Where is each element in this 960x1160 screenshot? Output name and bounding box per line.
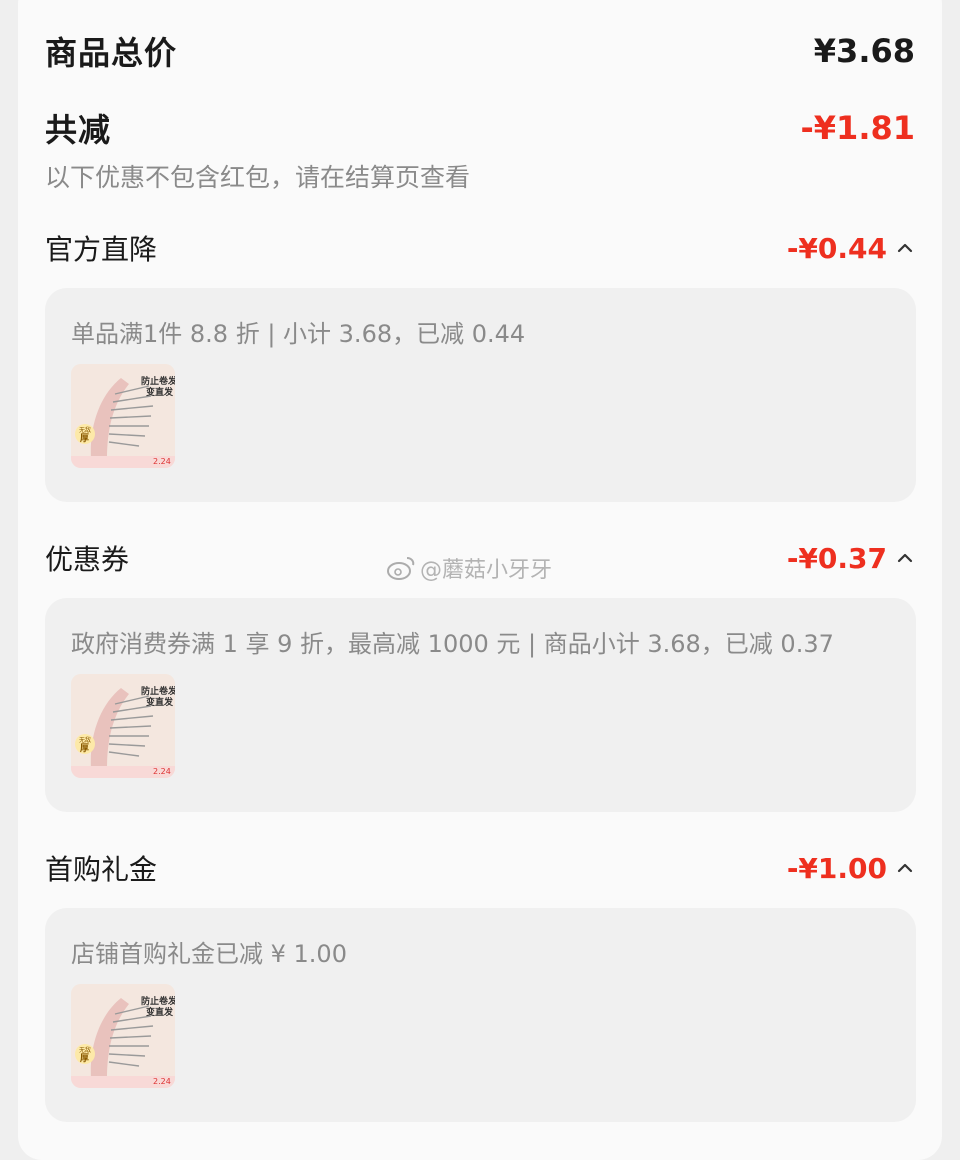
section-amount-toggle[interactable]: -¥0.44: [787, 232, 915, 265]
discount-note: 以下优惠不包含红包，请在结算页查看: [45, 163, 471, 192]
total-price-row: 商品总价 ¥3.68: [45, 28, 915, 74]
total-reduce-value: -¥1.81: [800, 109, 916, 147]
svg-text:2.24: 2.24: [153, 457, 171, 466]
svg-text:2.24: 2.24: [153, 1077, 171, 1086]
product-thumbnail[interactable]: 防止卷发 变直发 无敌 厚 2.24: [71, 984, 175, 1088]
discount-detail-card: 店铺首购礼金已减 ¥ 1.00 防止卷发 变直发 无敌 厚 2.24: [45, 908, 916, 1122]
section-title: 优惠券: [45, 543, 130, 576]
svg-text:2.24: 2.24: [153, 767, 171, 776]
section-title: 官方直降: [45, 233, 158, 266]
section-header-official-discount[interactable]: 官方直降 -¥0.44: [45, 228, 915, 268]
weibo-icon: [387, 557, 415, 580]
discount-detail-text: 政府消费券满 1 享 9 折，最高减 1000 元 | 商品小计 3.68，已减…: [71, 630, 834, 658]
discount-detail-card: 政府消费券满 1 享 9 折，最高减 1000 元 | 商品小计 3.68，已减…: [45, 598, 916, 812]
discount-detail-text: 单品满1件 8.8 折 | 小计 3.68，已减 0.44: [71, 320, 526, 348]
svg-text:变直发: 变直发: [146, 386, 174, 398]
svg-text:变直发: 变直发: [146, 696, 174, 708]
total-reduce-row: 共减 -¥1.81: [45, 105, 915, 151]
total-reduce-label: 共减: [45, 111, 112, 149]
discount-detail-card: 单品满1件 8.8 折 | 小计 3.68，已减 0.44 防止卷发 变直发 无…: [45, 288, 916, 502]
section-header-first-purchase-gift[interactable]: 首购礼金 -¥1.00: [45, 848, 915, 888]
chevron-up-icon[interactable]: [895, 238, 915, 258]
svg-text:厚: 厚: [80, 433, 89, 444]
watermark-text: @蘑菇小牙牙: [420, 558, 553, 583]
chevron-up-icon[interactable]: [895, 858, 915, 878]
svg-text:防止卷发: 防止卷发: [141, 685, 175, 697]
section-amount-toggle[interactable]: -¥1.00: [787, 852, 915, 885]
section-amount: -¥0.37: [786, 541, 887, 575]
svg-text:无敌: 无敌: [79, 736, 91, 744]
total-price-value: ¥3.68: [813, 32, 915, 70]
svg-text:变直发: 变直发: [146, 1006, 174, 1018]
section-amount: -¥1.00: [786, 851, 887, 885]
comb-product-image: 防止卷发 变直发 无敌 厚 2.24: [71, 984, 175, 1088]
total-price-label: 商品总价: [45, 34, 178, 72]
svg-text:无敌: 无敌: [79, 426, 91, 434]
discount-detail-text: 店铺首购礼金已减 ¥ 1.00: [71, 940, 347, 968]
section-amount-toggle[interactable]: -¥0.37: [787, 542, 915, 575]
chevron-up-icon[interactable]: [895, 548, 915, 568]
svg-text:防止卷发: 防止卷发: [141, 375, 175, 387]
watermark: @蘑菇小牙牙: [386, 552, 552, 584]
svg-text:无敌: 无敌: [79, 1046, 91, 1054]
section-title: 首购礼金: [45, 853, 158, 886]
svg-text:防止卷发: 防止卷发: [141, 995, 175, 1007]
svg-text:厚: 厚: [80, 743, 89, 754]
svg-text:厚: 厚: [80, 1053, 89, 1064]
section-amount: -¥0.44: [786, 231, 887, 265]
product-thumbnail[interactable]: 防止卷发 变直发 无敌 厚 2.24: [71, 674, 175, 778]
comb-product-image: 防止卷发 变直发 无敌 厚 2.24: [71, 364, 175, 468]
comb-product-image: 防止卷发 变直发 无敌 厚 2.24: [71, 674, 175, 778]
product-thumbnail[interactable]: 防止卷发 变直发 无敌 厚 2.24: [71, 364, 175, 468]
